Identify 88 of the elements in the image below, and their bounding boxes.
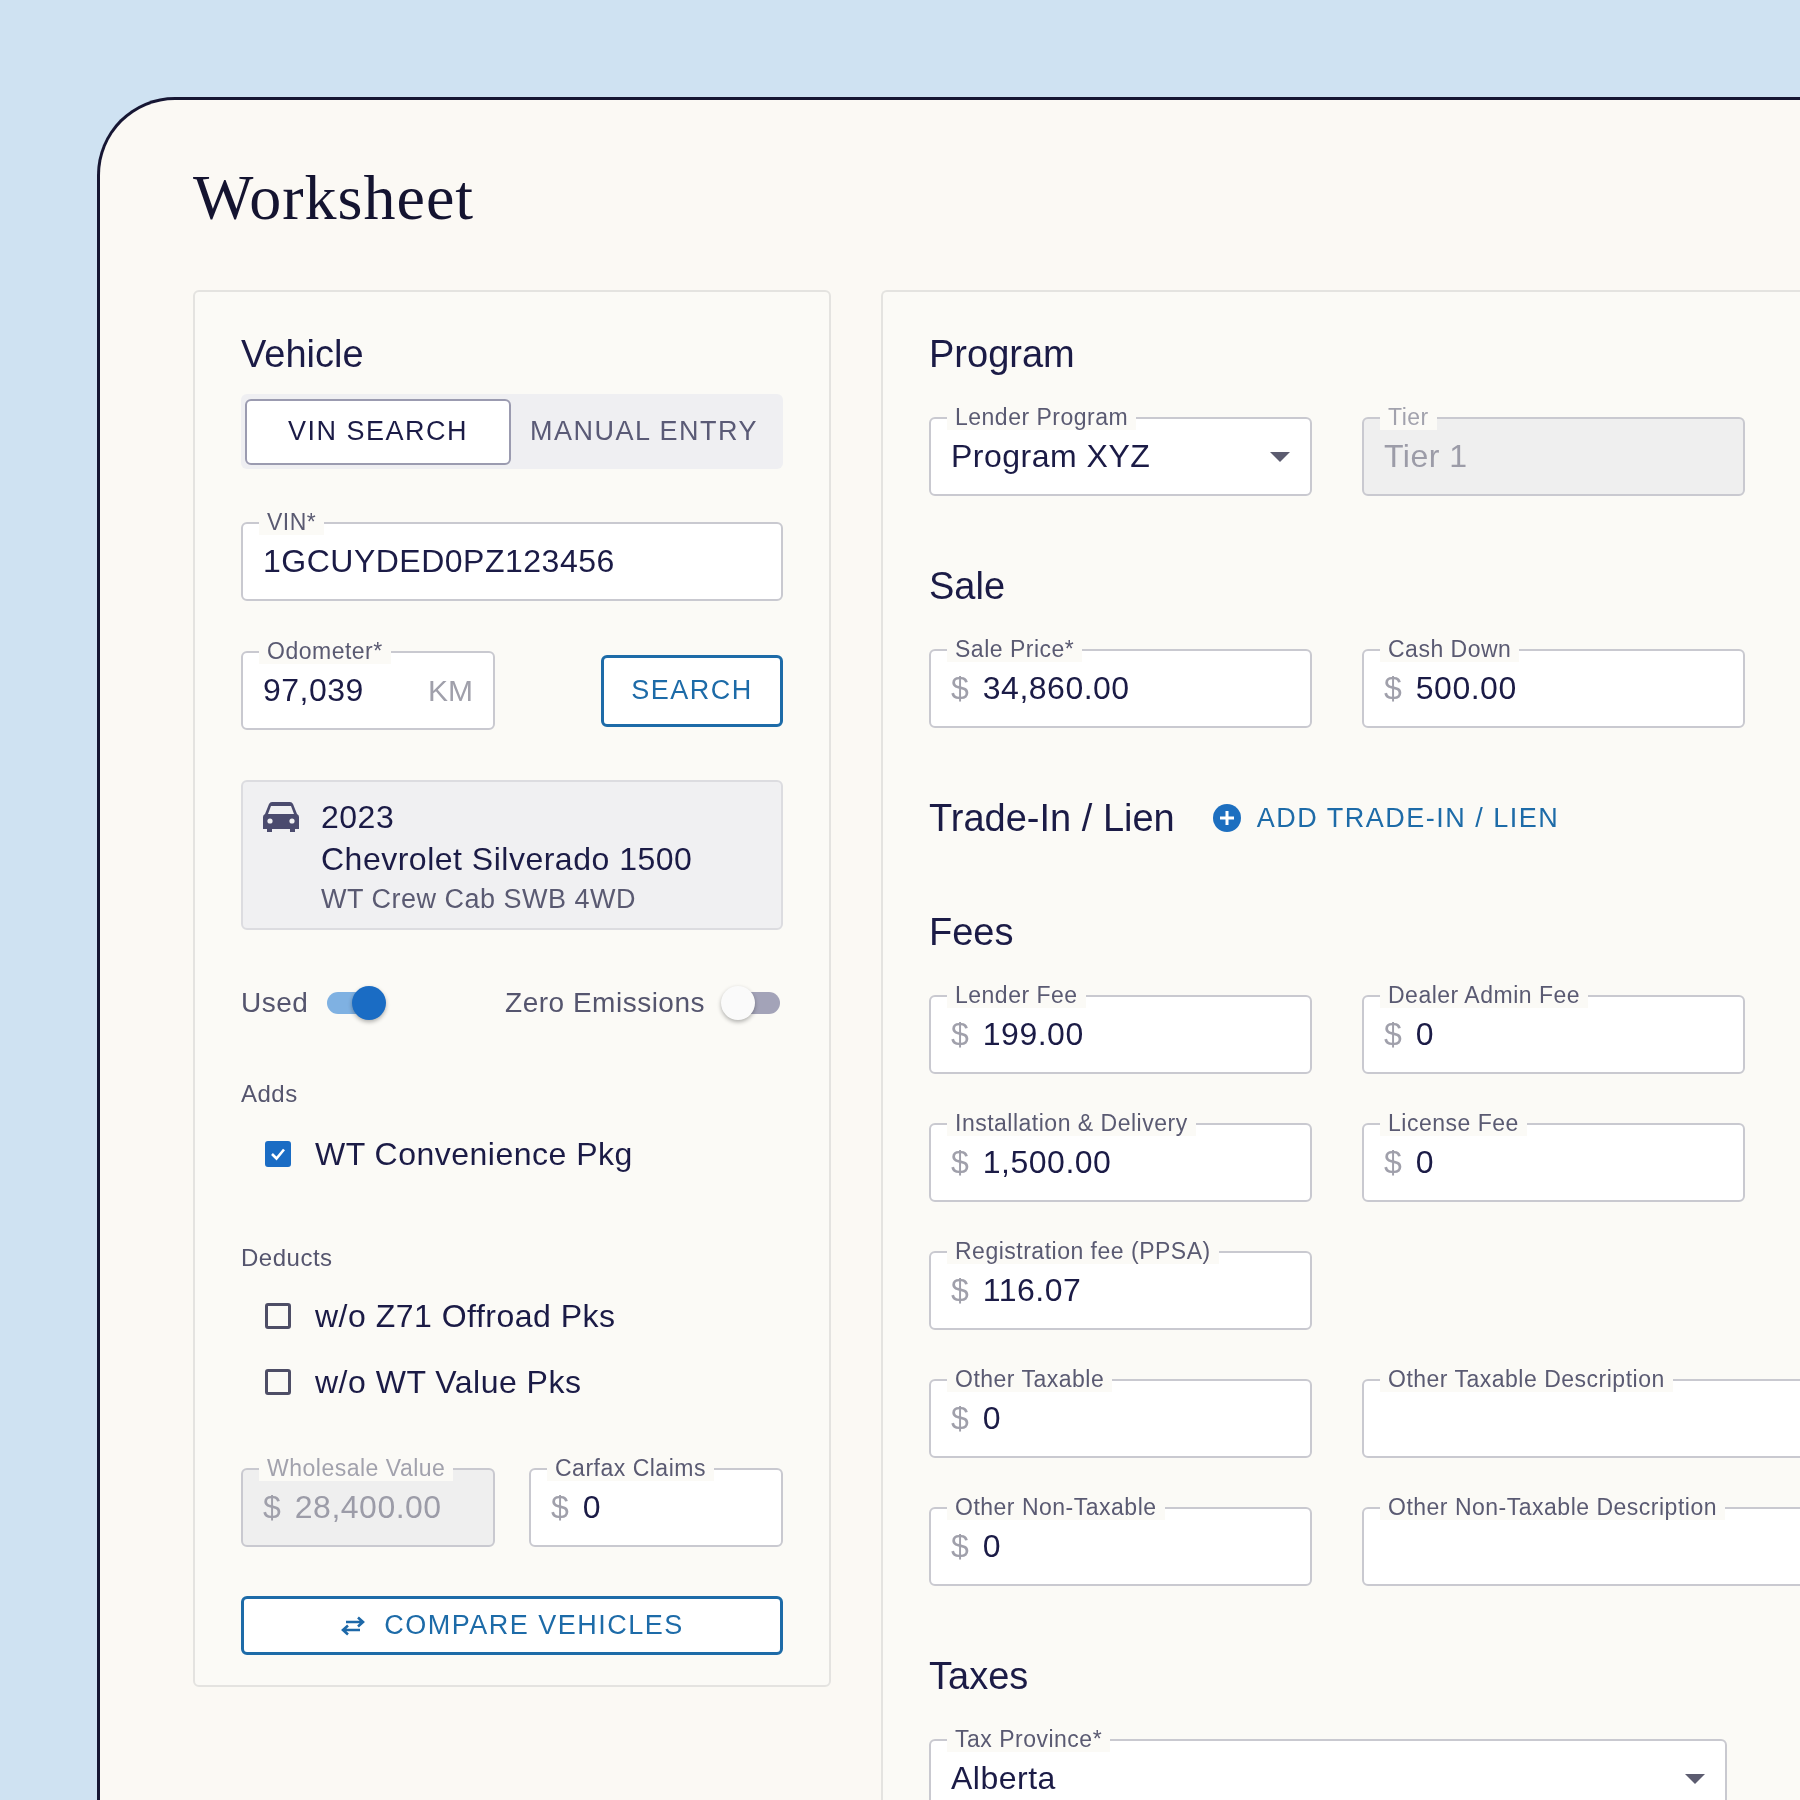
field-value: 0 — [1415, 1144, 1435, 1181]
section-heading: Taxes — [929, 1654, 1029, 1699]
field-value: 28,400.00 — [294, 1489, 442, 1526]
checkbox-label: w/o WT Value Pks — [315, 1363, 582, 1401]
field-label: Other Taxable Description — [1380, 1366, 1673, 1392]
caret-icon — [1685, 1773, 1705, 1784]
checkbox-label: WT Convenience Pkg — [315, 1135, 633, 1173]
field-value: Program XYZ — [951, 438, 1151, 475]
currency-sign: $ — [951, 1144, 969, 1181]
field-value: 116.07 — [982, 1272, 1082, 1309]
field-label: Odometer* — [259, 638, 391, 664]
field-value: Alberta — [951, 1760, 1056, 1797]
currency-sign: $ — [951, 1400, 969, 1437]
field-value: 34,860.00 — [982, 670, 1130, 707]
field-value: 1GCUYDED0PZ123456 — [263, 543, 615, 580]
field-value: Tier 1 — [1384, 438, 1468, 475]
input-field[interactable]: License Fee $ 0 — [1362, 1108, 1745, 1202]
field-value: 0 — [582, 1489, 602, 1526]
currency-sign: $ — [951, 1016, 969, 1053]
section-heading: Fees — [929, 910, 1014, 955]
page-title: Worksheet — [193, 162, 476, 234]
unit-label: KM — [428, 673, 473, 708]
field-label: Sale Price* — [947, 636, 1083, 662]
toggle-label: Zero Emissions — [505, 987, 705, 1019]
field-label: Dealer Admin Fee — [1380, 982, 1589, 1008]
mode-tab[interactable]: VIN SEARCH — [245, 398, 511, 465]
input-field[interactable]: Other Taxable $ 0 — [929, 1364, 1312, 1458]
checkbox[interactable] — [265, 1141, 291, 1167]
field-value: 500.00 — [1415, 670, 1517, 707]
input-field[interactable]: Odometer* 97,039 KM — [241, 636, 495, 730]
field-label: Wholesale Value — [259, 1455, 454, 1481]
input-field[interactable]: VIN* 1GCUYDED0PZ123456 — [241, 507, 783, 601]
currency-sign: $ — [1384, 670, 1402, 707]
field-label: Registration fee (PPSA) — [947, 1238, 1219, 1264]
field-value: 97,039 — [263, 672, 364, 709]
select-field[interactable]: Lender Program Program XYZ — [929, 402, 1312, 496]
car-icon — [263, 802, 299, 832]
section-heading: Program — [929, 332, 1075, 377]
checkbox-label: w/o Z71 Offroad Pks — [315, 1297, 616, 1335]
field-value: 0 — [982, 1400, 1002, 1437]
field-label: Cash Down — [1380, 636, 1520, 662]
mode-tab[interactable]: MANUAL ENTRY — [511, 398, 777, 465]
field-label: Lender Program — [947, 404, 1137, 430]
field-value: 1,500.00 — [982, 1144, 1112, 1181]
input-field[interactable]: Other Non-Taxable $ 0 — [929, 1492, 1312, 1586]
field-label: Other Non-Taxable — [947, 1494, 1165, 1520]
field-label: Installation & Delivery — [947, 1110, 1196, 1136]
section-heading: Vehicle — [241, 332, 365, 377]
checkbox[interactable] — [265, 1303, 291, 1329]
currency-sign: $ — [1384, 1144, 1402, 1181]
input-field[interactable]: Dealer Admin Fee $ 0 — [1362, 980, 1745, 1074]
input-field[interactable]: Lender Fee $ 199.00 — [929, 980, 1312, 1074]
field-value: 199.00 — [982, 1016, 1084, 1053]
input-field[interactable]: Cash Down $ 500.00 — [1362, 634, 1745, 728]
toggle-label: Used — [241, 987, 309, 1019]
plus-circle-icon — [1212, 804, 1241, 832]
vehicle-trim: WT Crew Cab SWB 4WD — [321, 883, 638, 916]
currency-sign: $ — [951, 1272, 969, 1309]
currency-sign: $ — [951, 670, 969, 707]
search-button[interactable]: SEARCH — [601, 654, 783, 727]
vehicle-model: Chevrolet Silverado 1500 — [321, 840, 693, 879]
field-label: Tax Province* — [947, 1726, 1111, 1752]
field-label: Carfax Claims — [547, 1455, 714, 1481]
section-heading: Trade-In / Lien — [929, 796, 1175, 841]
input-field[interactable]: Registration fee (PPSA) $ 116.07 — [929, 1236, 1312, 1330]
checkbox[interactable] — [265, 1369, 291, 1395]
group-label: Deducts — [241, 1244, 334, 1272]
field-value: 0 — [1415, 1016, 1435, 1053]
currency-sign: $ — [263, 1489, 281, 1526]
field-label: Lender Fee — [947, 982, 1086, 1008]
input-field[interactable]: Installation & Delivery $ 1,500.00 — [929, 1108, 1312, 1202]
field-label: Tier — [1380, 404, 1437, 430]
input-field[interactable]: Carfax Claims $ 0 — [529, 1453, 783, 1547]
field-value: 0 — [982, 1528, 1002, 1565]
field-label: Other Non-Taxable Description — [1380, 1494, 1725, 1520]
currency-sign: $ — [1384, 1016, 1402, 1053]
add-trade-in-button[interactable]: ADD TRADE-IN / LIEN — [1212, 802, 1560, 834]
field-label: License Fee — [1380, 1110, 1527, 1136]
swap-arrows-icon — [340, 1615, 367, 1636]
vehicle-year: 2023 — [321, 798, 396, 837]
currency-sign: $ — [951, 1528, 969, 1565]
currency-sign: $ — [551, 1489, 569, 1526]
field-label: Other Taxable — [947, 1366, 1113, 1392]
input-field[interactable]: Sale Price* $ 34,860.00 — [929, 634, 1312, 728]
section-heading: Sale — [929, 564, 1006, 609]
compare-vehicles-button[interactable]: COMPARE VEHICLES — [241, 1596, 783, 1655]
caret-icon — [1270, 451, 1290, 462]
group-label: Adds — [241, 1080, 299, 1108]
